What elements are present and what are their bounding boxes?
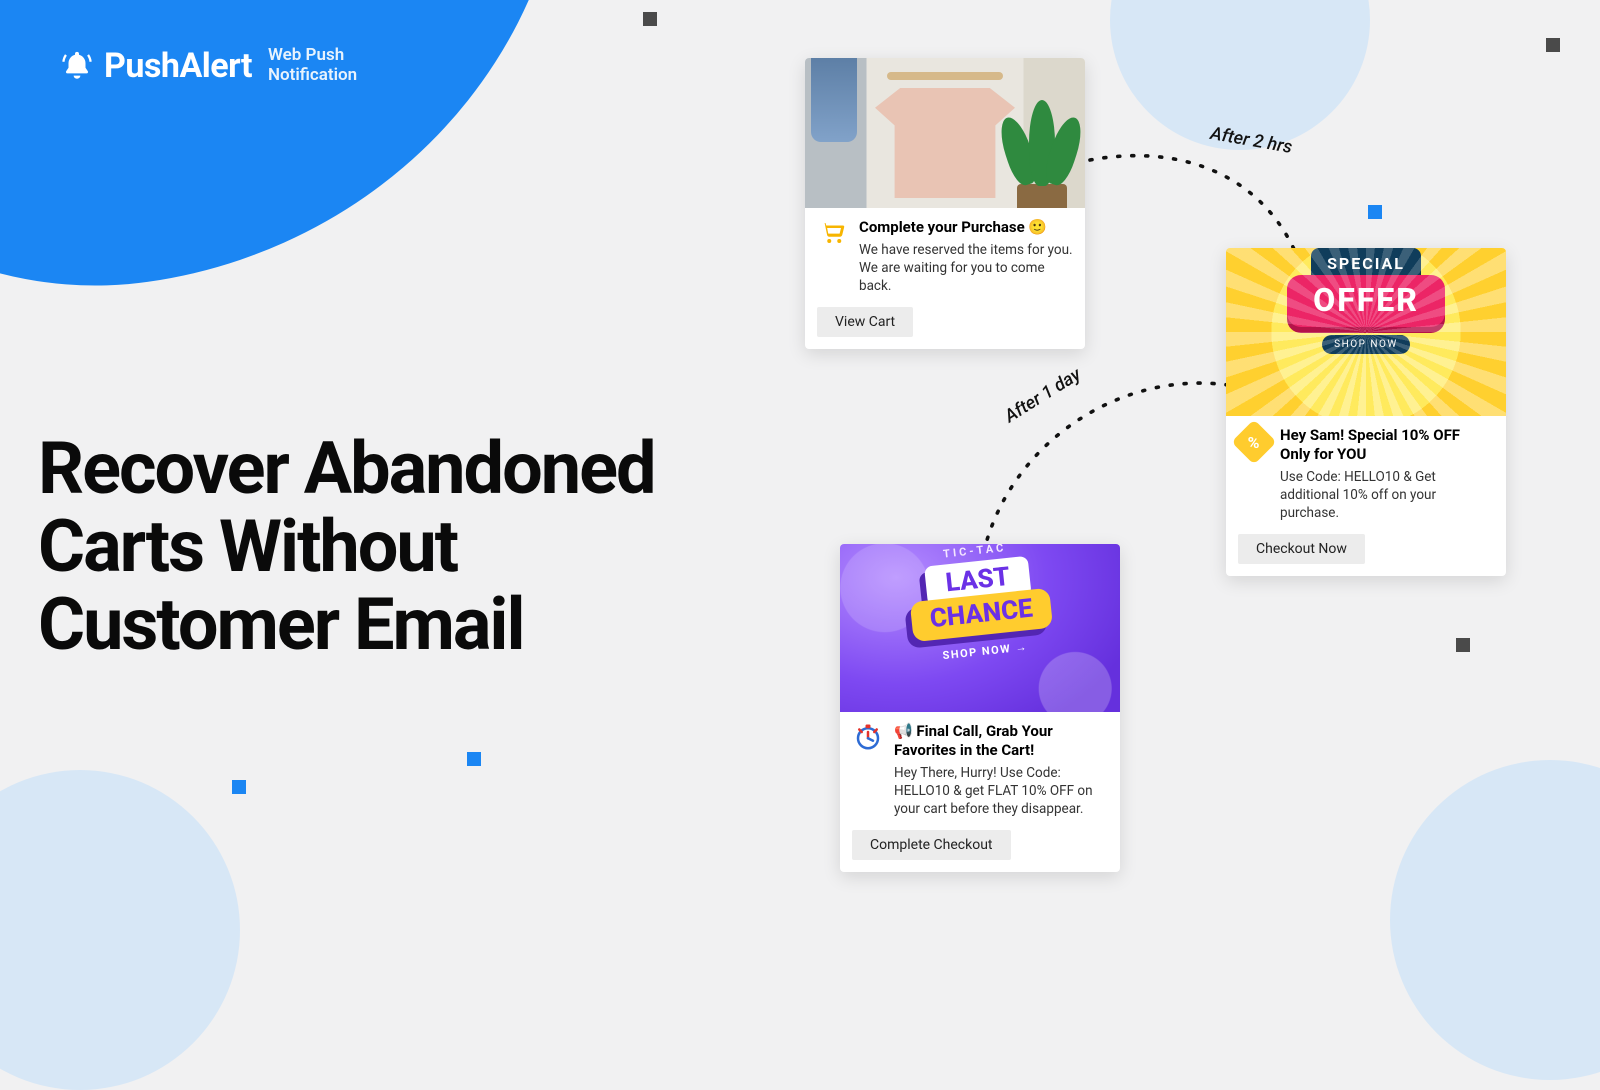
badge-shopnow: SHOP NOW → bbox=[942, 640, 1029, 662]
card-hero-image bbox=[805, 58, 1085, 208]
checkout-now-button[interactable]: Checkout Now bbox=[1238, 534, 1365, 564]
badge-special: SPECIAL bbox=[1311, 248, 1421, 279]
tag-icon: % bbox=[1238, 426, 1270, 458]
cart-icon bbox=[817, 218, 849, 248]
decor-square bbox=[1456, 638, 1470, 652]
connector-arrow bbox=[968, 365, 1248, 565]
card-description: We have reserved the items for you. We a… bbox=[859, 241, 1073, 296]
card-title: 📢 Final Call, Grab Your Favorites in the… bbox=[894, 722, 1108, 760]
decor-square bbox=[643, 12, 657, 26]
badge-offer: OFFER bbox=[1287, 275, 1445, 327]
brand-name: PushAlert bbox=[104, 46, 252, 86]
page-headline: Recover Abandoned Carts Without Customer… bbox=[38, 430, 678, 663]
decor-square bbox=[1546, 38, 1560, 52]
card-hero-image: SPECIAL OFFER SHOP NOW bbox=[1226, 248, 1506, 416]
notification-card: Complete your Purchase 🙂 We have reserve… bbox=[805, 58, 1085, 349]
card-description: Use Code: HELLO10 & Get additional 10% o… bbox=[1280, 468, 1494, 523]
brand-subtitle: Web Push Notification bbox=[268, 46, 357, 85]
card-description: Hey There, Hurry! Use Code: HELLO10 & ge… bbox=[894, 764, 1108, 819]
stopwatch-icon bbox=[852, 722, 884, 752]
decor-square bbox=[467, 752, 481, 766]
decor-square bbox=[1368, 205, 1382, 219]
notification-card: TIC-TAC LAST CHANCE SHOP NOW → 📢 Final C… bbox=[840, 544, 1120, 872]
badge-shopnow: SHOP NOW bbox=[1322, 335, 1410, 354]
notification-card: SPECIAL OFFER SHOP NOW % Hey Sam! Specia… bbox=[1226, 248, 1506, 576]
decor-square bbox=[232, 780, 246, 794]
brand-logo: PushAlert Web Push Notification bbox=[60, 46, 357, 86]
complete-checkout-button[interactable]: Complete Checkout bbox=[852, 830, 1011, 860]
card-title: Hey Sam! Special 10% OFF Only for YOU bbox=[1280, 426, 1494, 464]
bell-icon bbox=[60, 49, 94, 83]
view-cart-button[interactable]: View Cart bbox=[817, 307, 913, 337]
card-hero-image: TIC-TAC LAST CHANCE SHOP NOW → bbox=[840, 544, 1120, 712]
card-title: Complete your Purchase 🙂 bbox=[859, 218, 1073, 237]
connector-label: After 1 day bbox=[1001, 364, 1085, 427]
bg-circle-left bbox=[0, 770, 240, 1090]
bg-circle-right bbox=[1390, 760, 1600, 1080]
